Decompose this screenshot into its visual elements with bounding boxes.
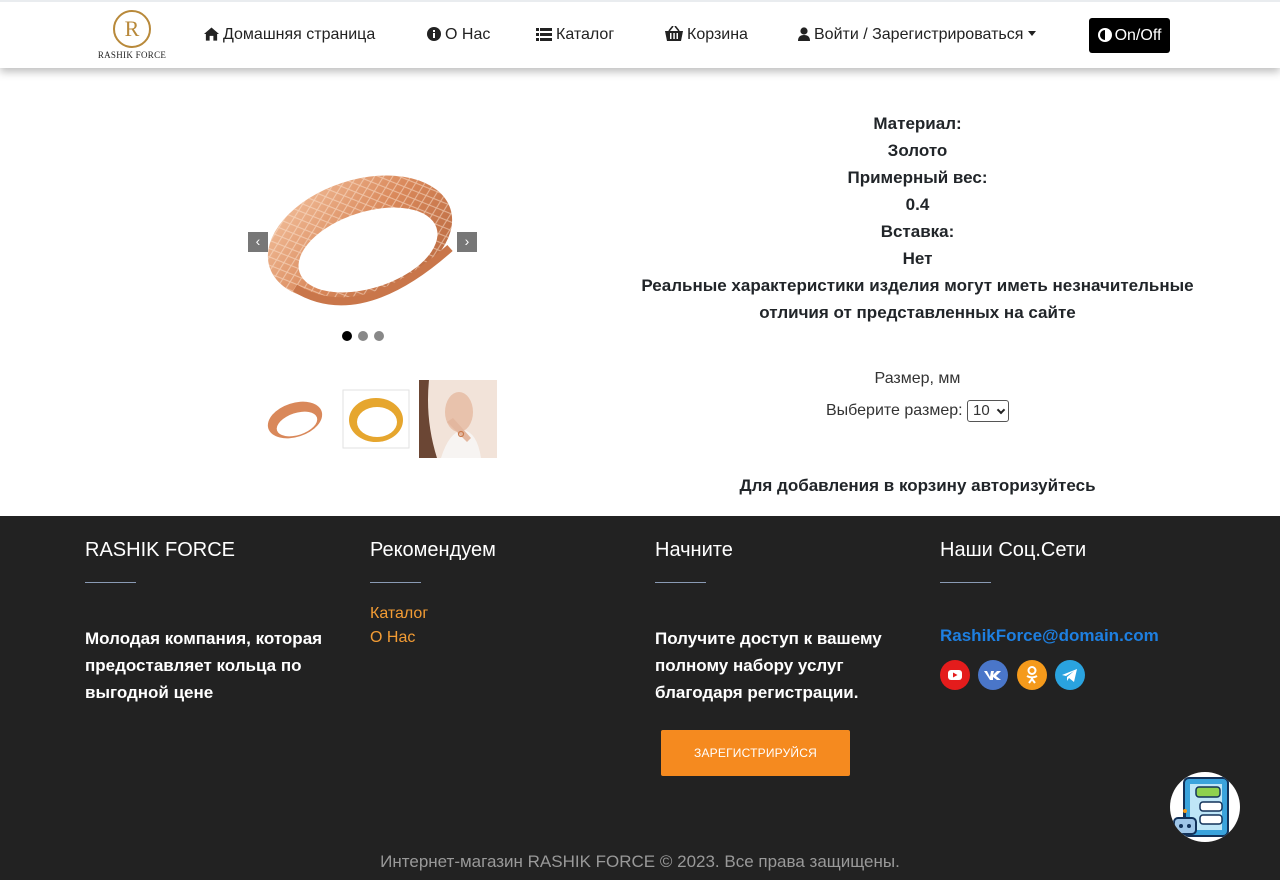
nav-login-dropdown[interactable]: Войти / Зарегистрироваться — [798, 2, 1037, 68]
nav-home[interactable]: Домашняя страница — [204, 2, 375, 68]
user-icon — [798, 27, 810, 41]
footer-divider — [940, 582, 991, 583]
nav-catalog-label: Каталог — [556, 26, 615, 43]
logo-text: RASHIK FORCE — [97, 50, 167, 60]
chevron-down-icon — [996, 405, 1006, 415]
ring-thumbnail-image-2 — [342, 389, 410, 449]
footer-col-social-title: Наши Соц.Сети — [940, 539, 1087, 561]
list-icon — [536, 28, 552, 41]
odnoklassniki-icon[interactable] — [1016, 660, 1047, 690]
thumbnail-3[interactable] — [419, 380, 497, 458]
theme-toggle-label: On/Off — [1114, 27, 1162, 44]
nav-cart-label: Корзина — [687, 26, 748, 43]
carousel-dot-1[interactable] — [342, 331, 352, 341]
nav-catalog[interactable]: Каталог — [536, 2, 614, 68]
ring-thumbnail-image — [267, 401, 323, 439]
footer-divider — [85, 582, 136, 583]
footer-divider — [370, 582, 421, 583]
nav-about-label: О Нас — [445, 26, 491, 43]
info-icon — [427, 27, 441, 41]
carousel-dot-2[interactable] — [358, 331, 368, 341]
carousel-next-button[interactable]: › — [457, 232, 477, 252]
footer-col-recommend: Рекомендуем Каталог О Нас — [370, 538, 640, 650]
thumbnail-1[interactable] — [256, 380, 334, 458]
footer-start-text: Получите доступ к вашему полному набору … — [655, 629, 882, 702]
nav-login-label: Войти / Зарегистрироваться — [814, 26, 1024, 43]
theme-toggle-button[interactable]: On/Off — [1089, 18, 1170, 53]
insert-label: Вставка: — [880, 222, 955, 241]
size-select[interactable]: 10 — [967, 400, 1010, 422]
footer-col-start: Начните Получите доступ к вашему полному… — [655, 538, 925, 706]
insert-value: Нет — [902, 249, 933, 268]
nav-cart[interactable]: Корзина — [665, 2, 748, 68]
nav-home-label: Домашняя страница — [223, 26, 376, 43]
navbar: R RASHIK FORCE Домашняя страница О Нас К… — [0, 0, 1280, 68]
basket-icon — [665, 25, 683, 41]
footer-col-about: RASHIK FORCE Молодая компания, которая п… — [85, 538, 355, 706]
weight-label: Примерный вес: — [847, 168, 988, 187]
footer-col-about-title: RASHIK FORCE — [85, 539, 236, 561]
product-carousel: ‹ › — [240, 118, 485, 362]
vk-icon[interactable] — [978, 660, 1009, 690]
footer-about-text: Молодая компания, которая предоставляет … — [85, 629, 323, 702]
material-value: Золото — [887, 141, 948, 160]
product-main-image — [267, 175, 453, 306]
footer-col-recommend-title: Рекомендуем — [370, 539, 496, 561]
logo[interactable]: R RASHIK FORCE — [96, 10, 168, 62]
product-specs: Материал: Золото Примерный вес: 0.4 Вста… — [640, 110, 1195, 326]
telegram-icon[interactable] — [1055, 660, 1086, 690]
register-button[interactable]: ЗАРЕГИСТРИРУЙСЯ — [661, 730, 850, 776]
carousel-prev-button[interactable]: ‹ — [248, 232, 268, 252]
chatbot-widget[interactable] — [1170, 772, 1240, 842]
home-icon — [204, 27, 219, 41]
auth-required-note: Для добавления в корзину авторизуйтесь — [739, 476, 1096, 495]
footer-link-catalog[interactable]: Каталог — [370, 602, 640, 626]
material-label: Материал: — [873, 114, 962, 133]
size-selector-row: Выберите размер: 10 — [640, 400, 1195, 422]
youtube-icon[interactable] — [940, 660, 970, 690]
chevron-down-icon — [1028, 31, 1037, 36]
carousel-indicators — [342, 328, 390, 346]
model-hand-thumbnail-image — [419, 380, 497, 458]
social-links — [940, 660, 1210, 692]
contrast-icon — [1097, 28, 1112, 42]
size-label: Выберите размер: — [825, 402, 963, 420]
disclaimer-text: Реальные характеристики изделия могут им… — [641, 276, 1194, 322]
weight-value: 0.4 — [905, 195, 930, 214]
size-select-value: 10 — [973, 402, 990, 419]
footer-divider — [655, 582, 706, 583]
footer-link-about[interactable]: О Нас — [370, 626, 640, 650]
chatbot-icon — [1173, 777, 1229, 837]
size-title: Размер, мм — [874, 370, 961, 387]
footer-email-link[interactable]: RashikForce@domain.com — [940, 626, 1210, 646]
footer: RASHIK FORCE Молодая компания, которая п… — [0, 516, 1280, 880]
thumbnail-2[interactable] — [337, 380, 415, 458]
copyright: Интернет-магазин RASHIK FORCE © 2023. Вс… — [380, 852, 900, 871]
nav-about[interactable]: О Нас — [427, 2, 490, 68]
logo-emblem: R — [113, 10, 151, 48]
footer-col-social: Наши Соц.Сети RashikForce@domain.com — [940, 538, 1210, 692]
carousel-dot-3[interactable] — [374, 331, 384, 341]
footer-col-start-title: Начните — [655, 539, 733, 561]
